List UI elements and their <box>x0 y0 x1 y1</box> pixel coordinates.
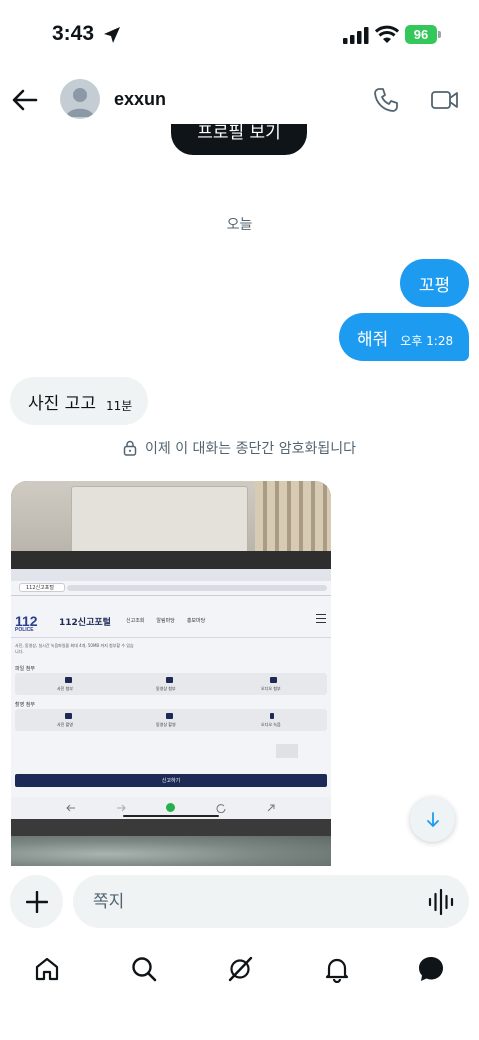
home-icon <box>35 957 59 981</box>
browser-url-bar <box>67 585 327 591</box>
tab-search[interactable] <box>127 952 161 986</box>
voice-message-icon[interactable] <box>428 888 454 916</box>
photo-rack <box>255 481 331 556</box>
portal-note: 사진, 동영상, 실시간 녹음파일을 최대 4개, 50MB 까지 첨부할 수 … <box>15 643 134 654</box>
plus-icon <box>25 890 48 913</box>
cellular-signal-icon <box>343 27 369 44</box>
microphone-icon <box>270 713 274 719</box>
conversation-username[interactable]: exxun <box>114 89 166 110</box>
browser-bottom-nav <box>11 797 331 819</box>
message-input[interactable] <box>73 875 469 928</box>
screen-status-bar <box>11 569 331 581</box>
portal-logo: 112 POLICE <box>15 613 38 633</box>
portal-submit-button: 신고하기 <box>15 774 327 787</box>
encryption-notice: 이제 이 대화는 종단간 암호화됩니다 <box>0 438 479 458</box>
wifi-icon <box>375 25 399 43</box>
divider <box>11 595 331 596</box>
portal-nav-item: 홍보마당 <box>186 618 206 624</box>
battery-indicator: 96 <box>405 25 437 44</box>
grok-icon <box>228 956 253 982</box>
browser-forward-icon <box>117 804 126 812</box>
video-icon <box>166 677 173 683</box>
status-time: 3:43 <box>52 22 95 45</box>
messages-icon <box>419 957 443 981</box>
lock-icon <box>123 440 137 456</box>
notifications-icon <box>325 958 349 983</box>
camera-icon <box>65 713 72 719</box>
message-bubble-outgoing[interactable]: 해줘 오후 1:28 <box>339 313 469 361</box>
tablet-bezel <box>11 551 331 571</box>
audio-icon <box>270 677 277 683</box>
avatar[interactable] <box>60 79 100 119</box>
divider <box>11 637 331 638</box>
browser-share-icon <box>267 804 275 812</box>
video-call-icon[interactable] <box>430 88 460 112</box>
message-bubble-incoming[interactable]: 사진 고고 11분 <box>10 377 148 425</box>
capture-row: 사진 촬영 동영상 촬영 오디오 녹음 <box>15 709 327 731</box>
home-indicator <box>123 815 219 817</box>
portal-nav: 신고조회 알림마당 홍보마당 <box>126 617 205 624</box>
capture-label: 사진 촬영 <box>57 722 73 727</box>
attach-label: 사진 첨부 <box>57 686 73 691</box>
placeholder-box <box>276 744 298 758</box>
message-text: 해줘 <box>357 329 389 350</box>
scroll-to-bottom-button[interactable] <box>410 797 455 842</box>
portal-menu-icon <box>316 614 326 623</box>
capture-label: 오디오 녹음 <box>261 722 281 727</box>
portal-section-capture: 촬영 첨부 <box>15 702 35 708</box>
message-timestamp: 오후 1:28 <box>400 333 454 348</box>
browser-home-icon <box>166 803 175 812</box>
default-avatar-icon <box>66 88 94 117</box>
photo-drawer <box>71 486 248 553</box>
back-arrow-icon[interactable] <box>10 86 40 114</box>
photo-attachment[interactable]: 112신고포털 112 POLICE 112신고포털 신고조회 알림마당 홍보마… <box>11 481 331 866</box>
portal-title: 112신고포털 <box>59 618 111 628</box>
arrow-down-icon <box>426 811 439 827</box>
date-separator: 오늘 <box>226 217 253 233</box>
portal-nav-item: 신고조회 <box>126 618 145 624</box>
photo-icon <box>65 677 72 683</box>
tab-messages[interactable] <box>414 952 448 986</box>
portal-section-attach: 파일 첨부 <box>15 666 35 672</box>
phone-icon[interactable] <box>372 86 400 114</box>
search-icon <box>132 957 157 982</box>
tab-home[interactable] <box>30 952 64 986</box>
battery-nub <box>438 31 441 38</box>
capture-label: 동영상 촬영 <box>156 722 176 727</box>
message-text: 사진 고고 <box>28 393 96 414</box>
video-camera-icon <box>166 713 173 719</box>
browser-tab: 112신고포털 <box>19 583 65 592</box>
attach-label: 오디오 첨부 <box>261 686 281 691</box>
add-attachment-button[interactable] <box>10 875 63 928</box>
tablet-screen: 112신고포털 112 POLICE 112신고포털 신고조회 알림마당 홍보마… <box>11 569 331 819</box>
message-timestamp: 11분 <box>105 398 133 413</box>
attach-label: 동영상 첨부 <box>156 686 176 691</box>
photo-cloth <box>11 836 331 866</box>
browser-back-icon <box>66 804 75 812</box>
tab-grok[interactable] <box>223 952 257 986</box>
browser-refresh-icon <box>216 804 226 813</box>
attach-row: 사진 첨부 동영상 첨부 오디오 첨부 <box>15 673 327 695</box>
location-arrow-icon <box>104 27 120 43</box>
message-bubble-outgoing[interactable]: 꼬평 <box>400 259 469 307</box>
encryption-notice-text: 이제 이 대화는 종단간 암호화됩니다 <box>145 441 356 457</box>
portal-nav-item: 알림마당 <box>156 618 175 624</box>
message-text: 꼬평 <box>418 275 451 296</box>
tab-notifications[interactable] <box>320 952 354 986</box>
